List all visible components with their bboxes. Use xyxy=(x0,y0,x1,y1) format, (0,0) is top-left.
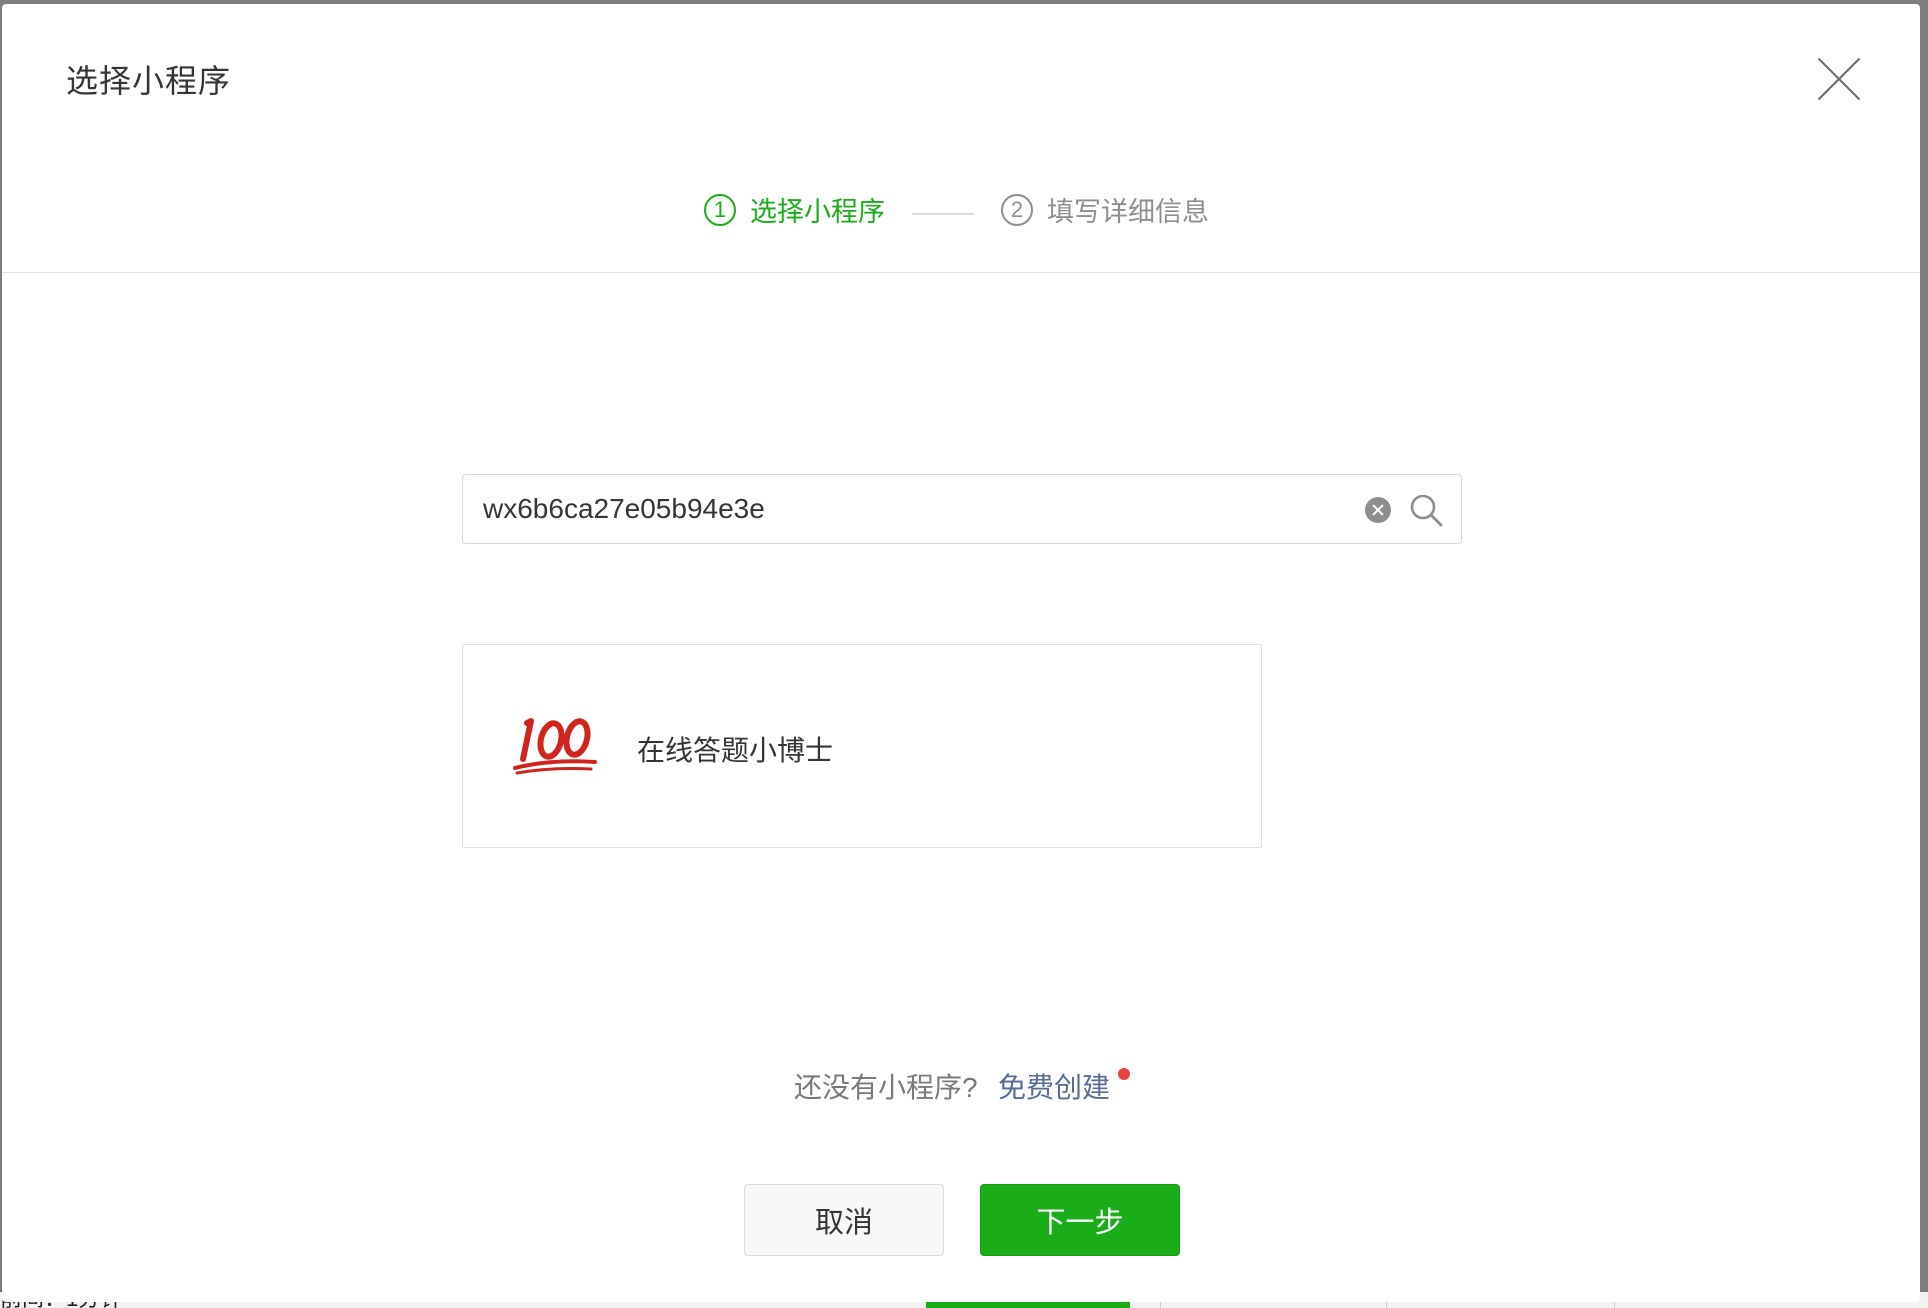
step-1: 1 选择小程序 xyxy=(704,190,885,229)
step-connector xyxy=(912,213,974,215)
close-icon[interactable] xyxy=(1814,54,1864,104)
step-1-number: 1 xyxy=(704,193,736,226)
next-step-button[interactable]: 下一步 xyxy=(980,1184,1180,1256)
header-divider xyxy=(2,272,1920,273)
step-2-number: 2 xyxy=(1001,193,1033,226)
step-2-label: 填写详细信息 xyxy=(1047,197,1209,227)
step-1-label: 选择小程序 xyxy=(750,197,885,227)
step-2: 2 填写详细信息 xyxy=(1001,190,1209,229)
search-box xyxy=(462,474,1462,544)
new-badge-dot xyxy=(1118,1068,1130,1080)
search-icon[interactable] xyxy=(1409,493,1443,527)
dialog-title: 选择小程序 xyxy=(66,63,232,99)
free-create-link[interactable]: 免费创建 xyxy=(998,1066,1110,1106)
miniprogram-result-card[interactable]: 在线答题小博士 xyxy=(462,644,1262,848)
miniprogram-name: 在线答题小博士 xyxy=(637,735,834,766)
select-miniprogram-dialog: 选择小程序 1 选择小程序 2 填写详细信息 在线答题小博士 还没有小程序? xyxy=(2,4,1920,1302)
step-indicator: 1 选择小程序 2 填写详细信息 xyxy=(2,190,1920,234)
hundred-points-emoji-icon xyxy=(513,718,597,775)
cancel-button[interactable]: 取消 xyxy=(744,1184,944,1256)
search-input[interactable] xyxy=(483,475,1303,543)
clear-icon[interactable] xyxy=(1365,497,1391,523)
no-miniprogram-hint: 还没有小程序? xyxy=(794,1072,978,1103)
